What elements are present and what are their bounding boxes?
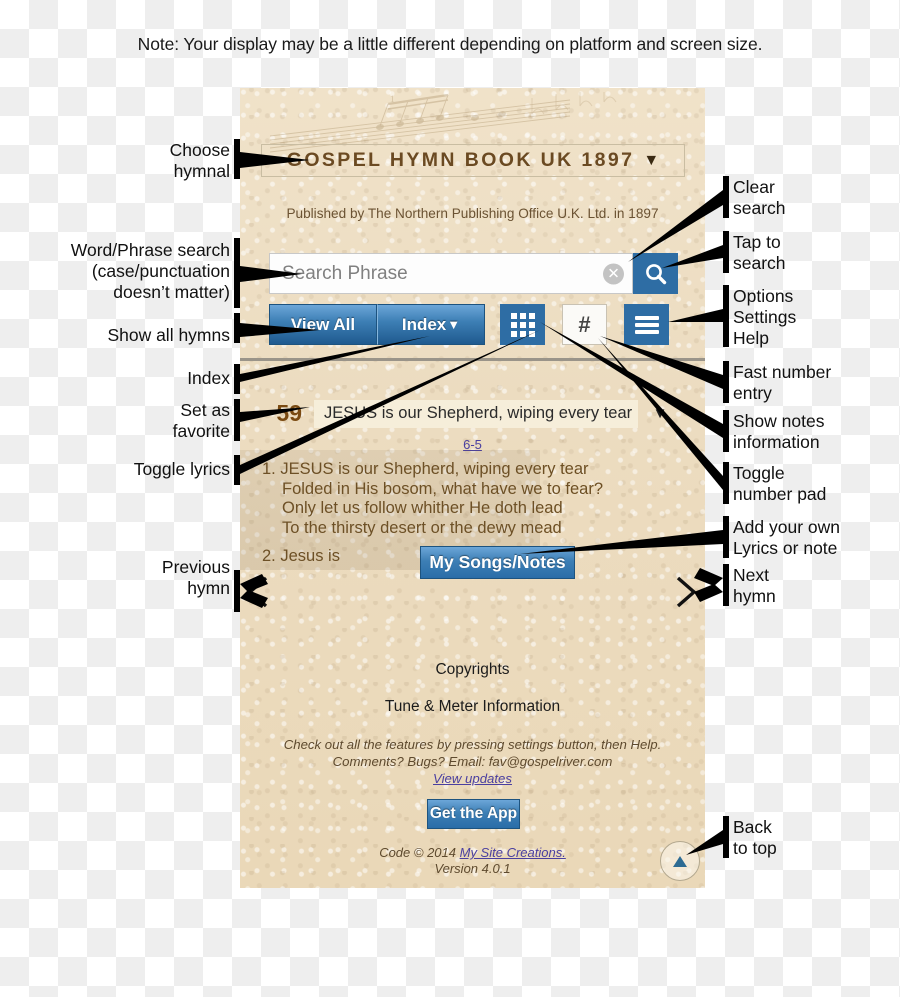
clear-search-icon[interactable]: ✕ (603, 263, 624, 284)
toolbar-row: View All Index ▼ # (269, 304, 678, 345)
triangle-up-icon (673, 855, 687, 867)
footer-help-line-2: Comments? Bugs? Email: fav@gospelriver.c… (332, 754, 613, 769)
code-credit-line: Code © 2014 My Site Creations. Version 4… (240, 845, 705, 877)
annotation-word-phrase-search: Word/Phrase search (case/punctuation doe… (70, 240, 230, 302)
menu-button[interactable] (624, 304, 669, 345)
fast-number-entry-button[interactable]: # (562, 304, 607, 345)
code-copyright-text: Code © 2014 (379, 845, 460, 860)
view-updates-link[interactable]: View updates (433, 771, 512, 786)
app-screenshot-panel: 1 GOSPEL HYMN BOOK UK 1897 ▼ Published b… (240, 88, 705, 888)
verse-line: Only let us follow whither He doth lead (282, 499, 563, 517)
hymnal-title: GOSPEL HYMN BOOK UK 1897 (286, 149, 635, 171)
grid-icon (510, 312, 535, 337)
index-button[interactable]: Index ▼ (377, 304, 485, 345)
get-the-app-button[interactable]: Get the App (427, 799, 520, 829)
chevron-down-icon: ▼ (643, 151, 660, 169)
get-the-app-label: Get the App (429, 805, 518, 822)
view-all-label: View All (290, 314, 356, 334)
back-to-top-button[interactable] (660, 841, 700, 881)
svg-text:1: 1 (390, 94, 395, 104)
next-hymn-button[interactable] (674, 575, 704, 609)
annotation-clear-search: Clear search (733, 177, 786, 218)
annotation-choose-hymnal: Choose hymnal (169, 140, 230, 181)
verse-text: JESUS is our Shepherd, wiping every tear (280, 460, 589, 478)
show-notes-information-caret-icon[interactable]: ▼ (638, 405, 682, 422)
toolbar-divider (240, 358, 705, 361)
my-site-creations-link[interactable]: My Site Creations. (460, 845, 566, 860)
previous-hymn-button[interactable] (240, 575, 270, 609)
hymn-title[interactable]: JESUS is our Shepherd, wiping every tear (314, 399, 638, 428)
annotation-back-to-top: Back to top (733, 817, 777, 858)
annotation-previous-hymn: Previous hymn (161, 557, 230, 598)
annotation-options-settings-help: Options Settings Help (733, 286, 797, 348)
hymnal-chooser[interactable]: GOSPEL HYMN BOOK UK 1897 ▼ (261, 144, 685, 177)
annotation-set-as-favorite: Set as favorite (172, 400, 230, 441)
annotation-toggle-number-pad: Toggle number pad (733, 463, 827, 504)
verse-line: Folded in His bosom, what have we to fea… (282, 479, 604, 498)
my-songs-notes-label: My Songs/Notes (429, 552, 566, 572)
annotation-fast-number-entry: Fast number entry (733, 362, 832, 403)
my-songs-notes-button[interactable]: My Songs/Notes (420, 546, 575, 579)
verse: 1. JESUS is our Shepherd, wiping every t… (262, 460, 682, 538)
copyrights-link[interactable]: Copyrights (240, 661, 705, 679)
publisher-line: Published by The Northern Publishing Off… (286, 206, 659, 221)
code-credit: Code © 2014 My Site Creations. (240, 845, 705, 861)
footer-help-text: Check out all the features by pressing s… (240, 736, 705, 787)
hymn-meter-link[interactable]: 6-5 (240, 437, 705, 452)
annotation-index: Index (187, 368, 230, 388)
annotation-next-hymn: Next hymn (733, 565, 776, 606)
search-row: Search Phrase ✕ (269, 253, 678, 294)
display-note: Note: Your display may be a little diffe… (137, 34, 763, 54)
hash-icon: # (578, 311, 591, 337)
chevron-down-icon: ▼ (447, 317, 461, 332)
hamburger-icon (634, 313, 659, 337)
verse-number: 2. (262, 547, 276, 565)
annotation-add-your-own-lyrics: Add your own Lyrics or note (733, 517, 841, 558)
verse-text: Jesus is (280, 547, 340, 565)
annotation-tap-to-search: Tap to search (733, 232, 786, 273)
verse-line: 1. JESUS is our Shepherd, wiping every t… (262, 460, 682, 480)
search-placeholder: Search Phrase (282, 262, 408, 284)
search-input[interactable]: Search Phrase ✕ (269, 253, 633, 294)
index-label: Index (401, 314, 447, 334)
annotation-toggle-lyrics: Toggle lyrics (133, 459, 230, 479)
footer-help-line-1: Check out all the features by pressing s… (283, 737, 662, 752)
tune-meter-information-link[interactable]: Tune & Meter Information (240, 698, 705, 716)
annotation-show-notes-information: Show notes information (733, 411, 825, 452)
view-all-button[interactable]: View All (269, 304, 377, 345)
hymn-number-favorite-toggle[interactable]: 59 (262, 400, 314, 427)
annotation-show-all-hymns: Show all hymns (107, 325, 230, 345)
verse-line: To the thirsty desert or the dewy mead (282, 518, 562, 537)
verse-number: 1. (262, 460, 276, 478)
number-pad-button[interactable] (500, 304, 545, 345)
search-icon (645, 263, 666, 284)
hymn-header-row: 59 JESUS is our Shepherd, wiping every t… (262, 398, 682, 429)
search-button[interactable] (633, 253, 678, 294)
version-text: Version 4.0.1 (434, 861, 511, 876)
